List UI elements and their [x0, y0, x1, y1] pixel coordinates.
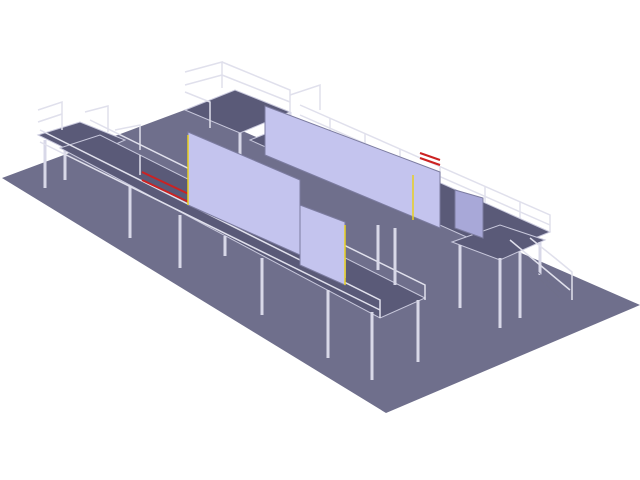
- cad-viewport[interactable]: [0, 0, 640, 480]
